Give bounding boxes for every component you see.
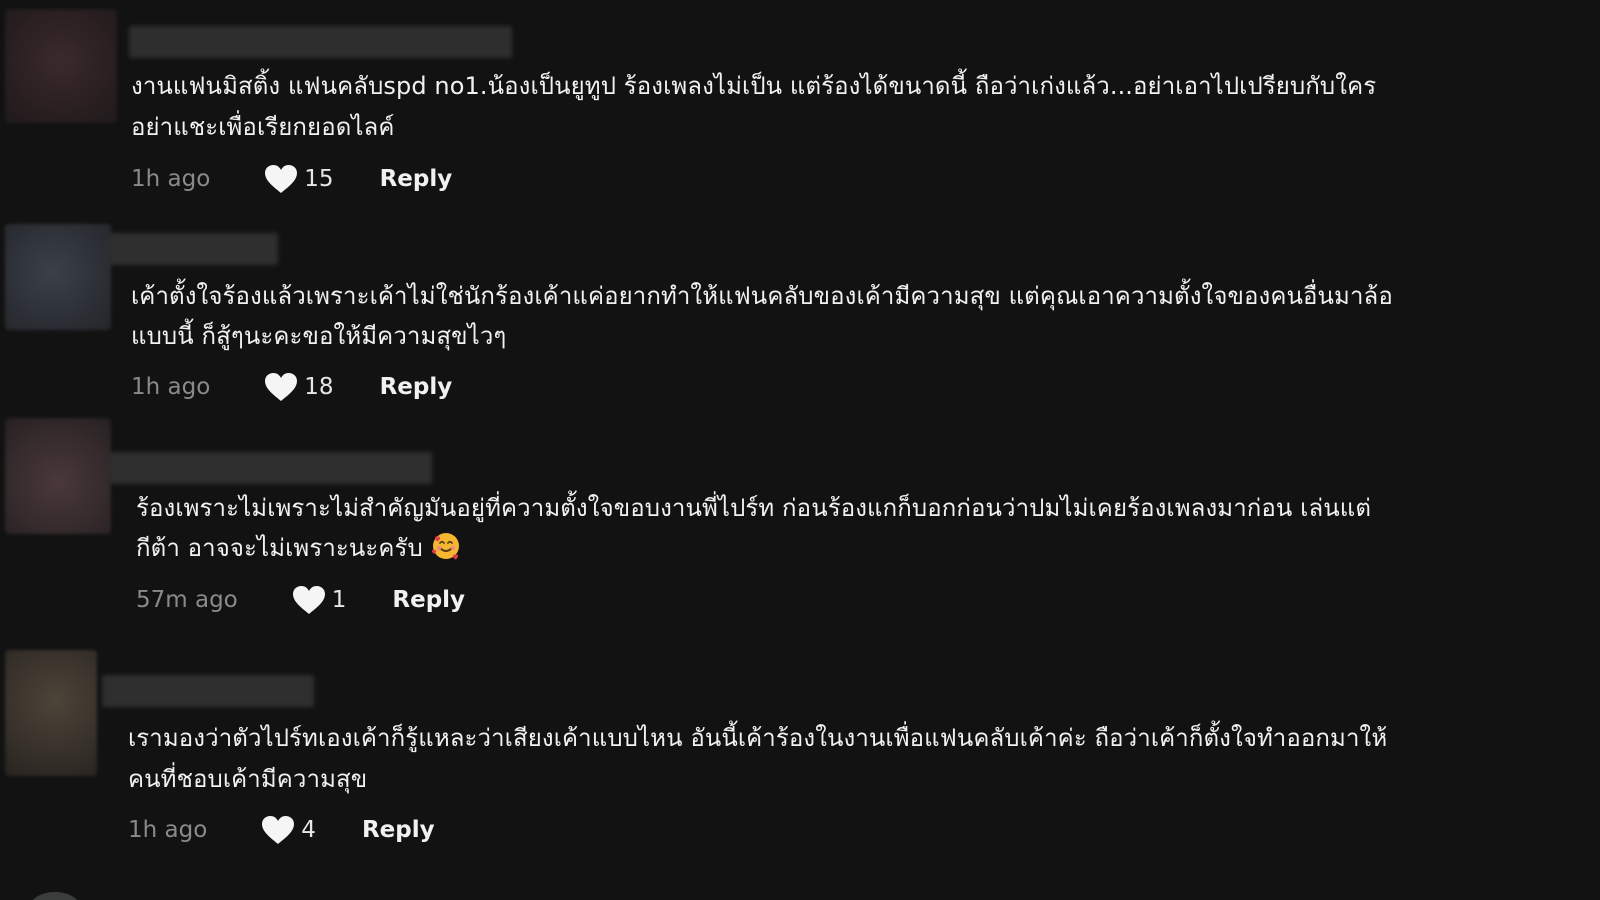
comment-meta: 1h ago 4 Reply (128, 814, 435, 846)
heart-icon[interactable] (264, 372, 298, 402)
comment-text-line: คนที่ชอบเค้ามีความสุข (128, 765, 368, 793)
comment-time: 57m ago (136, 587, 238, 613)
like-count: 4 (301, 817, 316, 843)
comment-text: กีต้า อาจจะไม่เพราะนะครับ (136, 534, 423, 562)
comments-panel: งานแฟนมิสติ้ง แฟนคลับspd no1.น้องเป็นยูท… (0, 0, 1600, 900)
reply-button[interactable]: Reply (392, 587, 465, 613)
avatar[interactable] (5, 224, 111, 330)
comment-text-line: อย่าแชะเพื่อเรียกยอดไลค์ (131, 113, 395, 141)
username-redacted[interactable] (108, 452, 432, 484)
like-count: 1 (331, 587, 347, 613)
comment-text-line: ร้องเพราะไม่เพราะไม่สำคัญมันอยู่ที่ความต… (136, 494, 1372, 522)
heart-icon[interactable] (292, 585, 326, 615)
like-button[interactable]: 4 (261, 815, 316, 845)
comment-meta: 57m ago 1 Reply (136, 584, 465, 616)
like-button[interactable]: 1 (292, 585, 347, 615)
heart-icon[interactable] (264, 164, 298, 194)
like-button[interactable]: 15 (264, 164, 334, 194)
username-redacted[interactable] (129, 26, 512, 58)
comment-text-line: เรามองว่าตัวไปร์ทเองเค้าก็รู้แหละว่าเสีย… (128, 724, 1388, 752)
like-count: 15 (304, 166, 334, 192)
comment-time: 1h ago (131, 374, 211, 400)
comment-text-line: งานแฟนมิสติ้ง แฟนคลับspd no1.น้องเป็นยูท… (131, 72, 1377, 100)
comment-text-line: แบบนี้ ก็สู้ๆนะคะขอให้มีความสุขไวๆ (131, 322, 507, 350)
comment-meta: 1h ago 15 Reply (131, 163, 452, 195)
comment-time: 1h ago (131, 166, 211, 192)
comment-meta: 1h ago 18 Reply (131, 371, 452, 403)
comment-text-line: เค้าตั้งใจร้องแล้วเพราะเค้าไม่ใช่นักร้อง… (131, 282, 1393, 310)
heart-icon[interactable] (261, 815, 295, 845)
reply-button[interactable]: Reply (380, 374, 453, 400)
avatar[interactable] (5, 9, 117, 123)
comment-time: 1h ago (128, 817, 208, 843)
username-redacted[interactable] (102, 675, 314, 707)
username-redacted[interactable] (108, 233, 278, 265)
reply-button[interactable]: Reply (380, 166, 453, 192)
smiling-face-with-hearts-icon (431, 531, 461, 561)
avatar[interactable] (5, 650, 97, 776)
avatar[interactable] (5, 418, 111, 534)
reply-button[interactable]: Reply (362, 817, 435, 843)
like-count: 18 (304, 374, 334, 400)
avatar[interactable] (30, 892, 80, 900)
like-button[interactable]: 18 (264, 372, 334, 402)
comment-text-line: กีต้า อาจจะไม่เพราะนะครับ (136, 528, 461, 569)
